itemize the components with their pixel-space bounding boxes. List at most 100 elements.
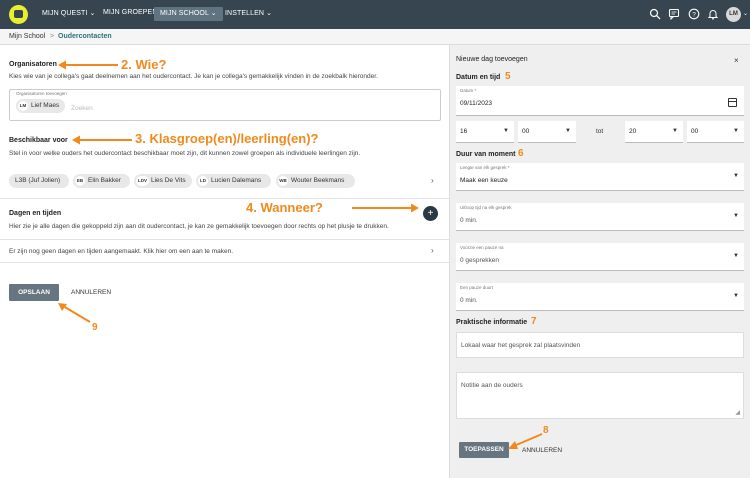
cancel-button[interactable]: ANNULEREN — [71, 289, 111, 296]
uitloop-select[interactable]: Uitloop tijd na elk gesprek 0 min. ▼ — [456, 203, 744, 231]
student-chip[interactable]: LD Lucien Dalemans — [196, 174, 271, 188]
organisatoren-field-label: Organisatoren toevoegen — [16, 91, 67, 96]
student-chip[interactable]: WB Wouter Beekmans — [276, 174, 355, 188]
chip-label: Elin Bakker — [88, 177, 121, 184]
notitie-textarea[interactable]: Notitie aan de ouders ◢ — [456, 372, 744, 419]
panel-title: Nieuwe dag toevoegen — [456, 56, 528, 63]
chip-label: Lies De Vits — [151, 177, 186, 184]
annotation-arrow — [508, 433, 543, 449]
beschikbaar-title: Beschikbaar voor — [9, 137, 68, 144]
help-icon[interactable]: ? — [688, 8, 700, 20]
caret-down-icon: ▼ — [733, 213, 739, 219]
chip-initials: WB — [278, 176, 288, 186]
end-hour-value: 20 — [629, 128, 637, 135]
pauze-duur-label: Een pauze duurt — [460, 285, 494, 290]
chevron-right-icon[interactable]: › — [431, 176, 434, 185]
chip-label: Wouter Beekmans — [291, 177, 345, 184]
praktisch-title: Praktische informatie — [456, 319, 528, 326]
tot-label: tot — [596, 128, 604, 135]
search-input[interactable]: Zoeken — [71, 105, 93, 112]
organisatoren-description: Kies wie van je collega's gaat deelnemen… — [9, 73, 378, 80]
start-hour-select[interactable]: 16 ▼ — [456, 121, 514, 143]
questi-logo[interactable] — [9, 5, 28, 24]
divider — [0, 239, 449, 240]
end-minute-select[interactable]: 00 ▼ — [687, 121, 744, 143]
empty-days-message[interactable]: Er zijn nog geen dagen en tijden aangema… — [9, 248, 233, 255]
nav-label: MIJN GROEPEN — [103, 9, 158, 16]
top-navigation: MIJN QUESTI ⌄ MIJN GROEPEN MIJN SCHOOL ⌄… — [0, 0, 750, 29]
annotation-wanneer: 4. Wanneer? — [246, 200, 323, 215]
student-chip[interactable]: LDV Lies De Vits — [134, 174, 192, 188]
uitloop-value: 0 min. — [460, 217, 478, 224]
breadcrumb-separator: > — [50, 33, 55, 40]
search-icon[interactable] — [649, 8, 661, 20]
user-avatar[interactable]: LM — [726, 7, 741, 22]
divider — [0, 198, 449, 199]
annotation-6: 6 — [518, 148, 524, 159]
caret-down-icon: ▼ — [733, 253, 739, 259]
organisatoren-title: Organisatoren — [9, 61, 57, 68]
bell-icon[interactable] — [707, 8, 719, 20]
chevron-right-icon[interactable]: › — [431, 246, 434, 255]
resize-handle-icon[interactable]: ◢ — [735, 409, 740, 416]
organisator-chip[interactable]: LM Lief Maes — [16, 99, 65, 113]
beschikbaar-description: Stel in voor welke ouders het ouderconta… — [9, 150, 361, 157]
close-icon[interactable]: × — [734, 56, 739, 65]
annotation-klasgroep: 3. Klasgroep(en)/leerling(en)? — [135, 131, 319, 146]
annotation-arrow — [58, 303, 91, 323]
uitloop-label: Uitloop tijd na elk gesprek — [460, 205, 512, 210]
save-button[interactable]: OPSLAAN — [9, 284, 59, 301]
group-chip[interactable]: L3B (Juf Jolien) — [9, 174, 69, 188]
breadcrumb: Mijn School > Oudercontacten — [0, 29, 750, 45]
message-icon[interactable] — [668, 8, 680, 20]
nav-label: MIJN QUESTI — [42, 10, 88, 17]
nav-mijn-groepen[interactable]: MIJN GROEPEN — [103, 9, 157, 16]
lengte-value: Maak een keuze — [460, 177, 508, 184]
caret-down-icon: ▼ — [733, 128, 739, 134]
pauze-duur-select[interactable]: Een pauze duurt 0 min. ▼ — [456, 283, 744, 311]
chevron-down-icon: ⌄ — [266, 10, 273, 17]
nav-instellen[interactable]: INSTELLEN ⌄ — [225, 9, 272, 17]
duur-title: Duur van moment — [456, 151, 516, 158]
student-chip[interactable]: EB Elin Bakker — [73, 174, 130, 188]
annotation-9: 9 — [92, 322, 98, 333]
datum-value: 09/11/2023 — [460, 100, 493, 107]
caret-down-icon: ▼ — [733, 173, 739, 179]
svg-text:?: ? — [692, 11, 696, 18]
chip-label: Lucien Dalemans — [211, 177, 262, 184]
dagen-description: Hier zie je alle dagen die gekoppeld zij… — [9, 223, 389, 230]
nav-mijn-school[interactable]: MIJN SCHOOL ⌄ — [154, 7, 223, 21]
annotation-5: 5 — [505, 71, 511, 82]
nav-mijn-questi[interactable]: MIJN QUESTI ⌄ — [42, 9, 95, 17]
caret-down-icon: ▼ — [733, 293, 739, 299]
pauze-na-label: Voorzie een pauze na — [460, 245, 504, 250]
chip-initials: LD — [198, 176, 208, 186]
lokaal-input[interactable]: Lokaal waar het gesprek zal plaatsvinden — [456, 332, 744, 358]
annotation-wie: 2. Wie? — [121, 57, 167, 72]
caret-down-icon: ▼ — [565, 128, 571, 134]
apply-button[interactable]: TOEPASSEN — [459, 442, 509, 458]
breadcrumb-home[interactable]: Mijn School — [9, 33, 45, 40]
annotation-7: 7 — [531, 316, 537, 327]
annotation-arrow — [352, 203, 419, 213]
datum-field[interactable]: Datum * 09/11/2023 — [456, 86, 744, 116]
start-hour-value: 16 — [460, 128, 468, 135]
datum-label: Datum * — [460, 88, 477, 93]
end-hour-select[interactable]: 20 ▼ — [625, 121, 683, 143]
end-minute-value: 00 — [691, 128, 699, 135]
chip-initials: EB — [75, 176, 85, 186]
start-minute-select[interactable]: 00 ▼ — [518, 121, 576, 143]
pauze-na-select[interactable]: Voorzie een pauze na 0 gesprekken ▼ — [456, 243, 744, 271]
dagen-title: Dagen en tijden — [9, 210, 62, 217]
calendar-icon[interactable] — [728, 98, 737, 107]
nav-label: MIJN SCHOOL — [160, 10, 209, 17]
chevron-down-icon[interactable]: ⌄ — [743, 10, 748, 17]
caret-down-icon: ▼ — [503, 128, 509, 134]
start-minute-value: 00 — [522, 128, 530, 135]
lengte-select[interactable]: Lengte van elk gesprek * Maak een keuze … — [456, 163, 744, 191]
pauze-duur-value: 0 min. — [460, 297, 478, 304]
add-day-button[interactable]: + — [423, 206, 438, 221]
chevron-down-icon: ⌄ — [89, 10, 96, 17]
pauze-na-value: 0 gesprekken — [460, 257, 500, 264]
divider — [0, 262, 449, 263]
